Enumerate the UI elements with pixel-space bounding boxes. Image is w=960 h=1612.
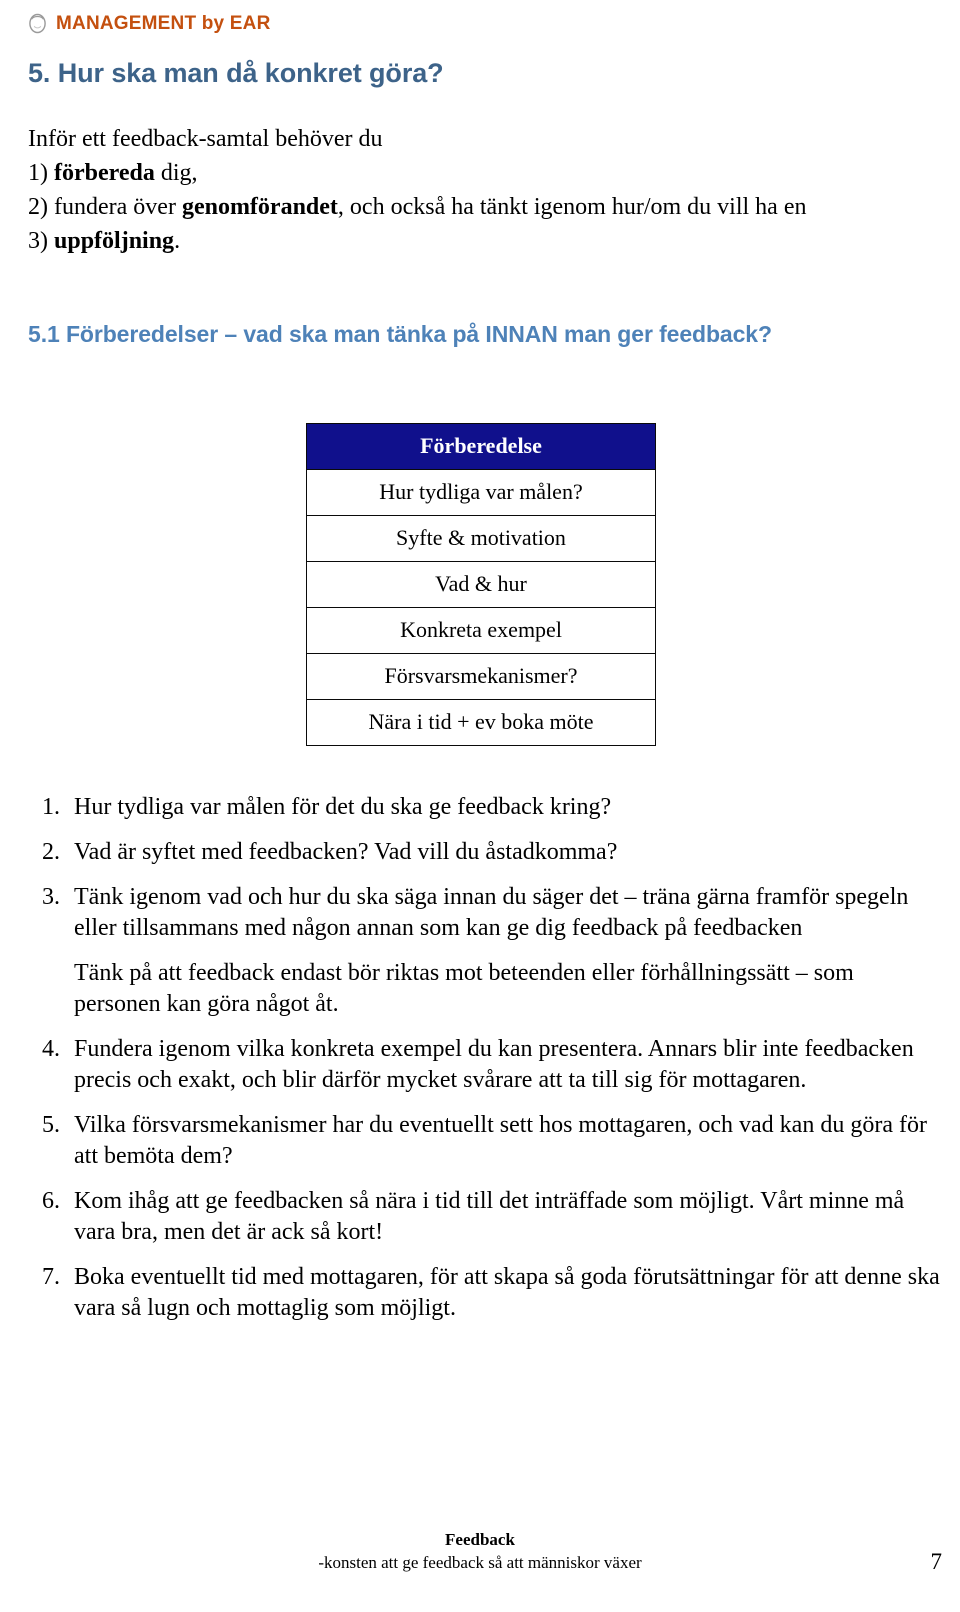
preparation-table-body: Förberedelse Hur tydliga var målen? Syft…: [306, 423, 656, 746]
list-item: 4. Fundera igenom vilka konkreta exempel…: [36, 1034, 944, 1096]
table-row: Nära i tid + ev boka möte: [306, 699, 656, 746]
table-cell: Konkreta exempel: [306, 607, 656, 654]
page-number: 7: [930, 1549, 943, 1574]
intro-line-3-bold: genomförandet: [181, 194, 338, 220]
intro-line-2-number: 1): [28, 160, 48, 186]
list-item-text: Fundera igenom vilka konkreta exempel du…: [74, 1036, 914, 1093]
intro-line-1: Inför ett feedback-samtal behöver du: [28, 126, 383, 152]
table-cell: Nära i tid + ev boka möte: [306, 699, 656, 746]
list-item-note: Tänk på att feedback endast bör riktas m…: [74, 960, 854, 1017]
list-item: 2. Vad är syftet med feedbacken? Vad vil…: [36, 837, 944, 868]
intro-line-3-number: 2): [28, 194, 48, 220]
intro-line-4: 3) uppföljning.: [28, 224, 928, 258]
list-item-number: 5.: [42, 1112, 60, 1138]
head-outline-icon: [28, 13, 47, 36]
brand-header: MANAGEMENT by EAR: [28, 10, 271, 38]
footer-subtitle: -konsten att ge feedback så att människo…: [318, 1553, 642, 1572]
table-cell: Vad & hur: [306, 561, 656, 608]
list-item-text: Boka eventuellt tid med mottagaren, för …: [74, 1264, 940, 1321]
list-item-text: Tänk igenom vad och hur du ska säga inna…: [74, 884, 909, 941]
list-item-number: 4.: [42, 1036, 60, 1062]
list-item: 5. Vilka försvarsmekanismer har du event…: [36, 1110, 944, 1172]
table-row: Försvarsmekanismer?: [306, 653, 656, 700]
list-item-number: 7.: [42, 1264, 60, 1290]
intro-line-2-rest: dig,: [154, 160, 198, 186]
table-header-cell: Förberedelse: [306, 423, 656, 470]
list-item-text: Vilka försvarsmekanismer har du eventuel…: [74, 1112, 927, 1169]
list-item: 3. Tänk igenom vad och hur du ska säga i…: [36, 882, 944, 1020]
numbered-list: 1. Hur tydliga var målen för det du ska …: [36, 792, 944, 1338]
intro-line-3-rest: , och också ha tänkt igenom hur/om du vi…: [337, 194, 807, 220]
table-cell: Syfte & motivation: [306, 515, 656, 562]
intro-line-2: 1) förbereda dig,: [28, 156, 928, 190]
subsection-title: 5.1 Förberedelser – vad ska man tänka på…: [28, 321, 772, 347]
list-item-number: 1.: [42, 794, 60, 820]
footer: Feedback -konsten att ge feedback så att…: [0, 1528, 960, 1574]
table-row: Konkreta exempel: [306, 607, 656, 654]
document-page: MANAGEMENT by EAR 5. Hur ska man då konk…: [0, 0, 960, 1612]
table-row: Syfte & motivation: [306, 515, 656, 562]
footer-title: Feedback: [445, 1530, 515, 1549]
list-item-text: Hur tydliga var målen för det du ska ge …: [74, 794, 612, 820]
intro-line-2-bold: förbereda: [54, 160, 155, 186]
list-item-text: Vad är syftet med feedbacken? Vad vill d…: [74, 839, 618, 865]
list-item: 6. Kom ihåg att ge feedbacken så nära i …: [36, 1186, 944, 1248]
list-item-text: Kom ihåg att ge feedbacken så nära i tid…: [74, 1188, 905, 1245]
table-row: Vad & hur: [306, 561, 656, 608]
intro-line-3-pre: fundera över: [48, 194, 182, 220]
table-cell: Hur tydliga var målen?: [306, 469, 656, 516]
page-title: 5. Hur ska man då konkret göra?: [28, 58, 444, 88]
brand-title: MANAGEMENT by EAR: [56, 13, 271, 34]
list-item-number: 6.: [42, 1188, 60, 1214]
intro-block: Inför ett feedback-samtal behöver du 1) …: [28, 122, 928, 258]
intro-line-3: 2) fundera över genomförandet, och också…: [28, 190, 928, 224]
intro-line-4-bold: uppföljning: [54, 228, 175, 254]
table-cell: Försvarsmekanismer?: [306, 653, 656, 700]
intro-line-4-number: 3): [28, 228, 48, 254]
intro-line-4-rest: .: [174, 228, 181, 254]
preparation-table: Förberedelse Hur tydliga var målen? Syft…: [306, 423, 656, 746]
list-item: 1. Hur tydliga var målen för det du ska …: [36, 792, 944, 823]
list-item-number: 3.: [42, 884, 60, 910]
table-row: Hur tydliga var målen?: [306, 469, 656, 516]
table-header-row: Förberedelse: [306, 423, 656, 470]
list-item-number: 2.: [42, 839, 60, 865]
list-item: 7. Boka eventuellt tid med mottagaren, f…: [36, 1262, 944, 1324]
